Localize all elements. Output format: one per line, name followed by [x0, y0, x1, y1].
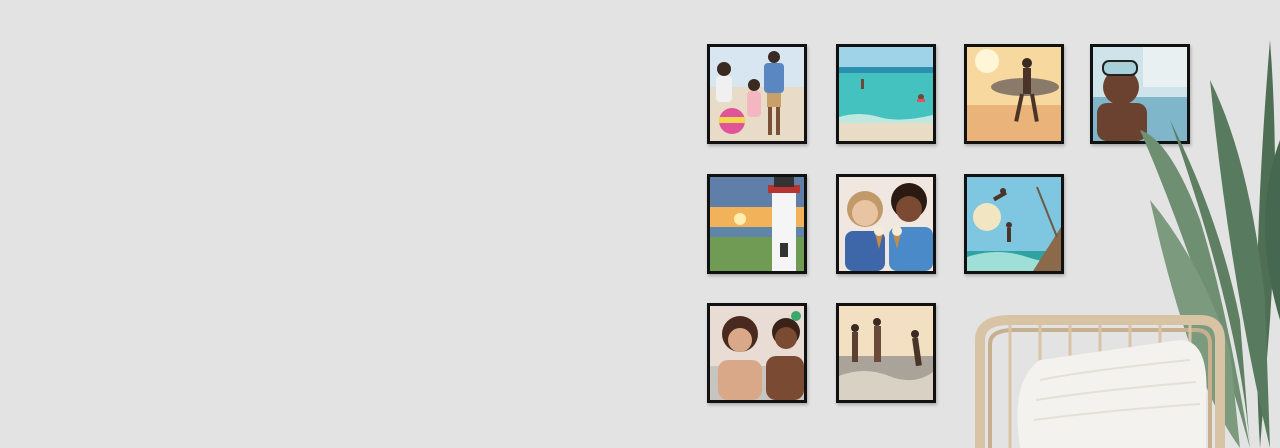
beach-splash-photo: [836, 303, 936, 403]
cliff-jumpers-photo: [964, 174, 1064, 274]
lighthouse-sunset-photo: [707, 174, 807, 274]
rattan-chair-decor: [975, 315, 1225, 448]
family-beach-ball-photo: [707, 44, 807, 144]
friends-laughing-photo: [707, 303, 807, 403]
ocean-swimmers-photo: [836, 44, 936, 144]
kids-ice-cream-photo: [836, 174, 936, 274]
banner-scene: [0, 0, 1280, 448]
surfer-sunset-photo: [964, 44, 1064, 144]
